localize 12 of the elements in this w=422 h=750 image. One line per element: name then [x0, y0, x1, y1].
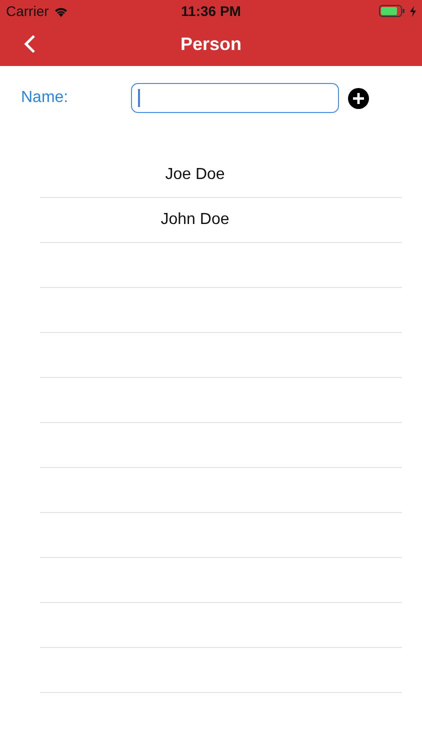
- screen-title: Person: [180, 34, 242, 54]
- carrier-label: Carrier: [6, 3, 49, 19]
- plus-icon: [352, 92, 365, 104]
- battery-icon: [379, 5, 405, 17]
- name-label: Name:: [21, 89, 70, 107]
- charging-icon: [410, 6, 416, 16]
- person-name[interactable]: Joe Doe: [165, 166, 225, 184]
- add-button[interactable]: [348, 88, 369, 108]
- status-time: 11:36 PM: [181, 3, 241, 19]
- wifi-icon: [54, 6, 68, 16]
- person-name[interactable]: John Doe: [160, 211, 230, 229]
- name-input-field[interactable]: [131, 83, 339, 113]
